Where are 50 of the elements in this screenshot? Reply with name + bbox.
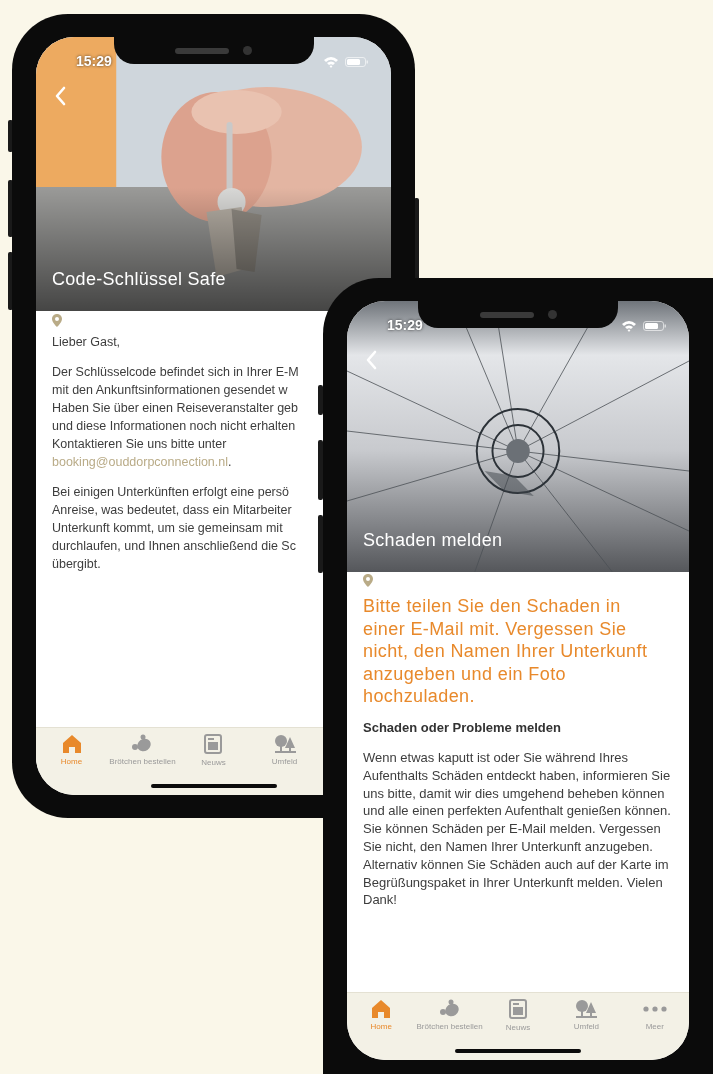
- newspaper-icon: [204, 734, 223, 754]
- nav-tab[interactable]: Neuws: [505, 999, 531, 1034]
- text-line: booking@ouddorpconnection.nl.: [52, 454, 232, 471]
- back-icon[interactable]: [54, 86, 66, 106]
- nav-tab[interactable]: Brötchen bestellen: [109, 734, 176, 768]
- home-icon: [371, 999, 392, 1018]
- wifi-icon: [621, 319, 637, 332]
- wifi-icon: [323, 55, 339, 68]
- status-time: 15:29: [387, 316, 423, 335]
- location-pin-icon: [52, 314, 62, 327]
- speaker-grille: [479, 311, 534, 318]
- speaker-grille: [175, 47, 229, 54]
- text-line: und diese Informationen noch nicht erhalten: [52, 418, 296, 435]
- home-icon: [61, 734, 82, 753]
- camera-dot: [547, 310, 557, 319]
- nav-tab[interactable]: Home: [60, 734, 83, 768]
- status-time: 15:29: [76, 52, 112, 71]
- text-line: Unterkunft kommt, um sie gemeinsam mit: [52, 520, 283, 537]
- screen-title: Code-Schlüssel Safe: [52, 268, 227, 291]
- section-heading: Schaden oder Probleme melden: [363, 718, 562, 737]
- body-paragraph: Wenn etwas kaputt ist oder Sie während Ihres Aufenthalts Schäden entdeckt haben, informieren Sie uns bitte, damit wir dies umgehend beheben können und alle einen perfekten Aufenthalt genießen können. Sie können Schäden per E-Mail melden. Vergessen Sie nicht, den Namen Ihrer Unterkunft anzugeben. Alternativ können Sie Schäden auch auf der Karte im Begrüßungspaket in Ihrer Unterkunft melden. Vielen Dank!: [363, 749, 672, 910]
- trees-icon: [575, 999, 598, 1018]
- text-line: mit den Ankunftsinformationen gesendet w: [52, 382, 288, 399]
- text-line: durchlaufen, und Ihnen anschließend die Sc: [52, 538, 296, 555]
- lead-heading: Bitte teilen Sie den Schaden in einer E-Mail mit. Vergessen Sie nicht, den Namen Ihrer Unterkunft anzugeben und ein Foto hochzuladen.: [363, 595, 649, 708]
- text-line: Kontaktieren Sie uns bitte unter: [52, 436, 227, 453]
- text-line: übergibt.: [52, 556, 101, 573]
- text-line: Anreise, was bedeutet, dass ein Mitarbeiter: [52, 502, 292, 519]
- text-line: Der Schlüsselcode befindet sich in Ihrer E-M: [52, 364, 299, 381]
- nav-tab[interactable]: Umfeld: [271, 734, 298, 768]
- bread-roll-icon: [438, 999, 461, 1018]
- screen-title: Schaden melden: [363, 529, 504, 552]
- bread-roll-icon: [131, 734, 154, 753]
- battery-icon: [643, 319, 667, 332]
- trees-icon: [273, 734, 296, 753]
- camera-dot: [243, 46, 252, 55]
- nav-tab[interactable]: Umfeld: [573, 999, 600, 1033]
- nav-tab[interactable]: Neuws: [201, 734, 226, 769]
- email-link[interactable]: booking@ouddorpconnection.nl: [52, 455, 228, 469]
- back-icon[interactable]: [365, 350, 377, 370]
- location-pin-icon: [363, 574, 373, 587]
- newspaper-icon: [509, 999, 527, 1019]
- more-icon: [642, 1006, 667, 1012]
- nav-tab[interactable]: Home: [370, 999, 392, 1033]
- nav-tab[interactable]: Meer: [642, 999, 667, 1033]
- text-line: Bei einigen Unterkünften erfolgt eine persö: [52, 484, 289, 501]
- text-line: Lieber Gast,: [52, 334, 121, 351]
- nav-tab[interactable]: Brötchen bestellen: [416, 999, 483, 1033]
- battery-icon: [345, 55, 369, 68]
- text-line: Haben Sie über einen Reiseveranstalter geb: [52, 400, 298, 417]
